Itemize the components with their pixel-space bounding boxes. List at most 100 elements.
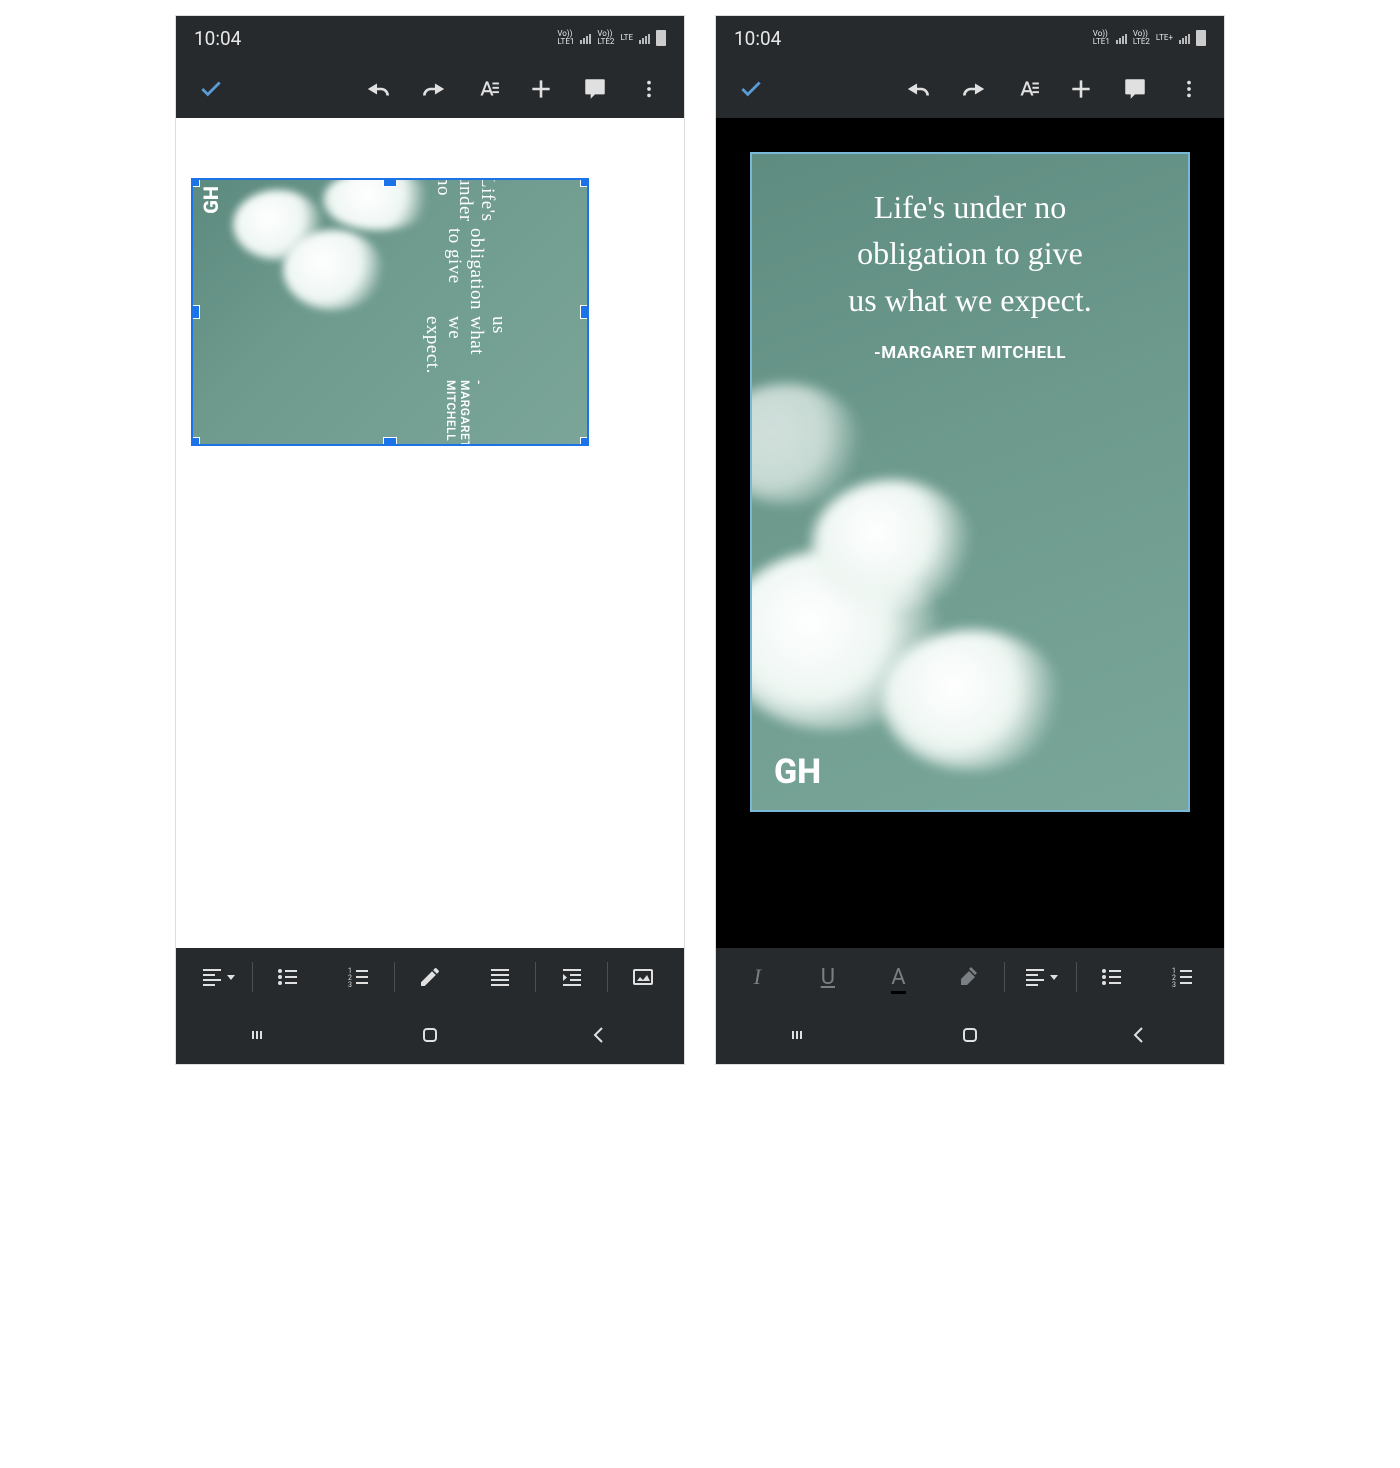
- status-bar: 10:04 Vo)) LTE1 Vo)) LTE2 LTE: [176, 16, 684, 60]
- numbered-list-icon: 123: [347, 965, 371, 989]
- svg-text:3: 3: [348, 981, 352, 989]
- back-button[interactable]: [1109, 1015, 1169, 1055]
- comment-button[interactable]: [572, 66, 618, 112]
- quote-text-rotated: Life's under no obligation to give us wh…: [353, 190, 577, 434]
- numbered-list-button[interactable]: 123: [1147, 954, 1218, 1000]
- phone-left: 10:04 Vo)) LTE1 Vo)) LTE2 LTE: [175, 15, 685, 1065]
- resize-handle-tm[interactable]: [383, 178, 397, 187]
- flower-decoration: [812, 480, 972, 610]
- comment-button[interactable]: [1112, 66, 1158, 112]
- numbered-list-button[interactable]: 123: [324, 954, 394, 1000]
- redo-button[interactable]: [410, 66, 456, 112]
- bullet-list-button[interactable]: [253, 954, 323, 1000]
- justify-icon: [488, 965, 512, 989]
- resize-handle-mr[interactable]: [580, 305, 589, 319]
- underline-button[interactable]: U: [793, 954, 864, 1000]
- image-icon: [631, 965, 655, 989]
- flower-decoration: [750, 384, 862, 504]
- undo-button[interactable]: [896, 66, 942, 112]
- done-button[interactable]: [728, 66, 774, 112]
- brand-logo: GH: [199, 186, 223, 214]
- bullet-list-button[interactable]: [1077, 954, 1148, 1000]
- status-time: 10:04: [734, 27, 781, 50]
- text-format-icon: [474, 76, 500, 102]
- pencil-icon: [418, 965, 442, 989]
- app-toolbar: [716, 60, 1224, 118]
- edit-button[interactable]: [395, 954, 465, 1000]
- image-button[interactable]: [608, 954, 678, 1000]
- comment-icon: [582, 76, 608, 102]
- bullet-list-icon: [1100, 965, 1124, 989]
- status-right: Vo)) LTE1 Vo)) LTE2 LTE: [557, 30, 666, 46]
- resize-handle-tr[interactable]: [580, 178, 589, 187]
- selected-image[interactable]: GH Life's under no obligation to give us…: [191, 178, 589, 446]
- more-vertical-icon: [1178, 78, 1200, 100]
- signal-icon: [1116, 32, 1127, 44]
- back-icon: [1127, 1023, 1151, 1047]
- battery-icon: [1196, 30, 1206, 46]
- document-canvas-dark[interactable]: Life's under no obligation to give us wh…: [716, 118, 1224, 948]
- home-button[interactable]: [940, 1015, 1000, 1055]
- resize-handle-br[interactable]: [580, 437, 589, 446]
- net-label: LTE+: [1156, 34, 1173, 42]
- resize-handle-bm[interactable]: [383, 437, 397, 446]
- redo-button[interactable]: [950, 66, 996, 112]
- numbered-list-icon: 123: [1171, 965, 1195, 989]
- recents-icon: [789, 1023, 813, 1047]
- check-icon: [198, 76, 224, 102]
- signal-icon: [580, 32, 591, 44]
- done-button[interactable]: [188, 66, 234, 112]
- resize-handle-ml[interactable]: [191, 305, 200, 319]
- chevron-down-icon: [227, 975, 235, 980]
- chevron-down-icon: [1050, 975, 1058, 980]
- system-nav-bar: [716, 1006, 1224, 1064]
- font-color-button[interactable]: A: [863, 954, 934, 1000]
- signal-icon: [1179, 32, 1190, 44]
- redo-icon: [420, 76, 446, 102]
- signal-icon: [639, 32, 650, 44]
- more-vertical-icon: [638, 78, 660, 100]
- sim1-label: Vo)) LTE1: [557, 30, 574, 46]
- align-left-icon: [200, 965, 224, 989]
- flower-decoration: [882, 630, 1062, 770]
- indent-icon: [560, 965, 584, 989]
- font-color-icon: A: [891, 965, 905, 990]
- recents-icon: [249, 1023, 273, 1047]
- resize-handle-tl[interactable]: [191, 178, 200, 187]
- svg-text:3: 3: [1172, 981, 1176, 989]
- home-button[interactable]: [400, 1015, 460, 1055]
- comment-icon: [1122, 76, 1148, 102]
- undo-button[interactable]: [356, 66, 402, 112]
- more-button[interactable]: [626, 66, 672, 112]
- status-right: Vo)) LTE1 Vo)) LTE2 LTE+: [1093, 30, 1206, 46]
- undo-icon: [366, 76, 392, 102]
- align-button[interactable]: [1005, 954, 1076, 1000]
- indent-button[interactable]: [536, 954, 606, 1000]
- recents-button[interactable]: [771, 1015, 831, 1055]
- selected-image-upright[interactable]: Life's under no obligation to give us wh…: [750, 152, 1190, 812]
- text-format-button[interactable]: [464, 66, 510, 112]
- undo-icon: [906, 76, 932, 102]
- add-button[interactable]: [1058, 66, 1104, 112]
- status-time: 10:04: [194, 27, 241, 50]
- underline-icon: U: [821, 965, 835, 990]
- align-button[interactable]: [182, 954, 252, 1000]
- home-icon: [958, 1023, 982, 1047]
- bullet-list-icon: [276, 965, 300, 989]
- justify-button[interactable]: [465, 954, 535, 1000]
- recents-button[interactable]: [231, 1015, 291, 1055]
- brand-logo: GH: [774, 752, 821, 792]
- check-icon: [738, 76, 764, 102]
- back-button[interactable]: [569, 1015, 629, 1055]
- battery-icon: [656, 30, 666, 46]
- document-canvas[interactable]: GH Life's under no obligation to give us…: [176, 118, 684, 948]
- text-format-icon: [1014, 76, 1040, 102]
- highlight-button[interactable]: [934, 954, 1005, 1000]
- italic-button[interactable]: I: [722, 954, 793, 1000]
- text-format-button[interactable]: [1004, 66, 1050, 112]
- add-button[interactable]: [518, 66, 564, 112]
- resize-handle-bl[interactable]: [191, 437, 200, 446]
- back-icon: [587, 1023, 611, 1047]
- more-button[interactable]: [1166, 66, 1212, 112]
- sim1-label: Vo)) LTE1: [1093, 30, 1110, 46]
